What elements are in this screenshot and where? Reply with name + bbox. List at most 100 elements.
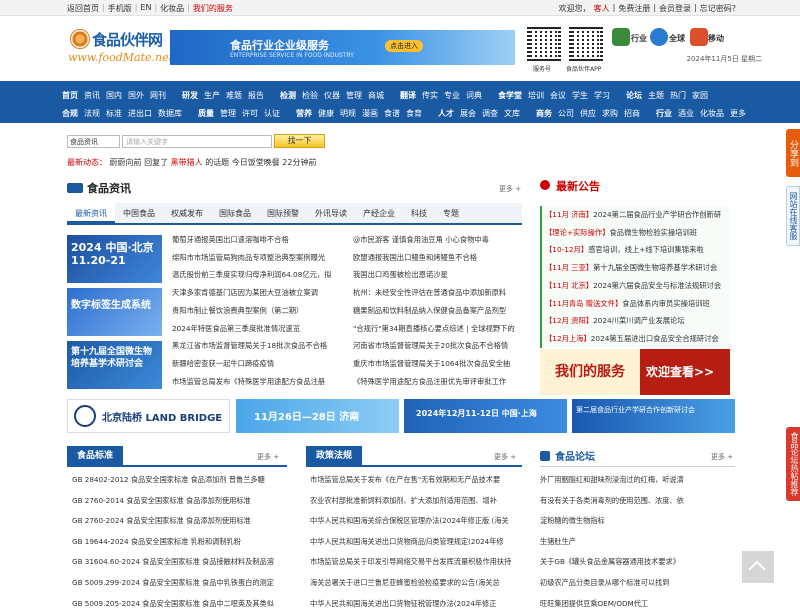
news-link[interactable]: 市场监管总局发布《特殊医学用途配方食品注册 (172, 373, 342, 391)
nav-item[interactable]: 国外 (128, 90, 144, 101)
site-logo[interactable]: 食品伙伴网 www.foodMate.net (68, 27, 173, 65)
news-link[interactable]: "合规行"第34期直播核心要点综述 | 全球视野下的 (353, 320, 523, 338)
nav-item[interactable]: 求购 (602, 108, 618, 119)
nav-item[interactable]: 明规 (340, 108, 356, 119)
innovation-event-ad[interactable]: 第二届食品行业产学研合作创新研讨会 (572, 399, 735, 433)
news-tab[interactable]: 中国食品 (115, 203, 163, 223)
news-tab[interactable]: 外讯导读 (307, 203, 355, 223)
list-item[interactable]: 市场监管总局关于印发引导网络交易平台发挥流量积极作用扶持 (310, 552, 520, 573)
nav-item[interactable]: 化妆品 (700, 108, 724, 119)
notice-item[interactable]: 【12月 资阳】2024川菜川调产业发展论坛 (540, 312, 730, 330)
list-item[interactable]: 旺旺集团提供豆乘OEM/ODM代工 (540, 594, 735, 614)
notice-item[interactable]: 【12月上海】2024第五届进出口食品安全合规研讨会 (540, 329, 730, 348)
home-link[interactable]: 返回首页 (67, 3, 99, 14)
activity-user[interactable]: 蔚蔚向前 (110, 158, 142, 167)
notice-item[interactable]: 【11月 北京】2024第六届食品安全与标准法规研讨会 (540, 276, 730, 295)
law-tab[interactable]: 政策法规 (306, 446, 363, 466)
news-tab[interactable]: 产经企业 (355, 203, 403, 223)
news-tab[interactable]: 国际预警 (259, 203, 307, 223)
english-link[interactable]: EN (140, 3, 151, 14)
shanghai-event-ad[interactable]: 2024年12月11-12日 中国·上海 (404, 399, 567, 433)
landbridge-ad[interactable]: 北京陆桥 LAND BRIDGE (67, 399, 230, 433)
nav-item[interactable]: 营养 (296, 108, 312, 119)
nav-item[interactable]: 质量 (198, 108, 214, 119)
nav-item[interactable]: 首页 (62, 90, 78, 101)
list-item[interactable]: 市场监管总局关于发布《在产在售"无有效期和无产品技术要 (310, 470, 520, 491)
nav-item[interactable]: 报告 (248, 90, 264, 101)
nav-item[interactable]: 检验 (302, 90, 318, 101)
nav-item[interactable]: 仪器 (324, 90, 340, 101)
nav-item[interactable]: 商城 (368, 90, 384, 101)
news-link[interactable]: 我国出口鸡蛋被检出恩诺沙星 (353, 266, 523, 284)
nav-item[interactable]: 学习 (594, 90, 610, 101)
nav-item[interactable]: 翻译 (400, 90, 416, 101)
list-item[interactable]: GB 28402-2012 食品安全国家标准 食品添加剂 普鲁兰多糖 (72, 470, 284, 491)
mobile-icon[interactable] (690, 28, 708, 46)
enter-button[interactable]: 点击进入 (385, 40, 423, 52)
nav-item[interactable]: 热门 (670, 90, 686, 101)
notice-item[interactable]: 【理论+实际操作】食品微生物检验实操培训班 (540, 223, 730, 242)
nav-item[interactable]: 合规 (62, 108, 78, 119)
news-tab[interactable]: 专题 (435, 203, 467, 223)
mobile-link[interactable]: 手机版 (108, 3, 132, 14)
nav-item[interactable]: 论坛 (626, 90, 642, 101)
list-item[interactable]: 中华人民共和国海关进出口货物商品归类管理规定(2024年修 (310, 532, 520, 553)
nav-item[interactable]: 进出口 (128, 108, 152, 119)
nav-item[interactable]: 专业 (444, 90, 460, 101)
news-link[interactable]: 杭州：未经安全性评估在普通食品中添加新原料 (353, 284, 523, 302)
notice-item[interactable]: 【11月 济南】2024第二届食品行业产学研合作创新研 (540, 206, 730, 224)
nav-item[interactable]: 数据库 (158, 108, 182, 119)
nav-item[interactable]: 培训 (528, 90, 544, 101)
news-link[interactable]: 绵阳市市场监管局狗肉品专项整治典型案例曝光 (172, 249, 342, 267)
microbiology-ad[interactable]: 第十九届全国微生物培养基学术研讨会 (67, 341, 162, 389)
news-link[interactable]: 新疆哈密查获一起牛口蹄疫疫情 (172, 355, 342, 373)
forgot-password-link[interactable]: 忘记密码? (700, 3, 736, 14)
nav-item[interactable]: 供应 (580, 108, 596, 119)
forum-hot-posts-button[interactable]: 食品论坛热帖推荐 (786, 427, 800, 501)
share-sidebar-button[interactable]: 分享到 (786, 129, 800, 177)
digital-label-ad[interactable]: 数字标签生成系统 (67, 288, 162, 336)
news-link[interactable]: 糖果制品和饮料制品纳入保健食品备案产品剂型 (353, 302, 523, 320)
nav-item[interactable]: 管理 (220, 108, 236, 119)
nav-item[interactable]: 网刊 (150, 90, 166, 101)
nav-item[interactable]: 生产 (204, 90, 220, 101)
nav-item[interactable]: 研发 (182, 90, 198, 101)
nav-item[interactable]: 标准 (106, 108, 122, 119)
news-link[interactable]: 欧盟通报我国出口鳗鱼和烤鳗鱼不合格 (353, 249, 523, 267)
list-item[interactable]: GB 2760-2014 食品安全国家标准 食品添加剂使用标准 (72, 491, 284, 512)
list-item[interactable]: GB 31604.60-2024 食品安全国家标准 食品接触材料及制品溶 (72, 552, 284, 573)
nav-item[interactable]: 健康 (318, 108, 334, 119)
news-link[interactable]: 贵阳市制止餐饮浪费典型案例（第二期） (172, 302, 342, 320)
nav-item[interactable]: 更多 (730, 108, 746, 119)
nav-item[interactable]: 主题 (648, 90, 664, 101)
news-tab[interactable]: 权威发布 (163, 203, 211, 223)
nav-item[interactable]: 食谱 (384, 108, 400, 119)
nav-item[interactable]: 调查 (482, 108, 498, 119)
nav-item[interactable]: 食育 (406, 108, 422, 119)
jinan-event-ad[interactable]: 11月26日—28日 济南 (236, 399, 399, 433)
list-item[interactable]: 关于GB《罐头食品金属容器通用技术要求》 (540, 552, 735, 573)
list-item[interactable]: 中华人民共和国海关综合保税区管理办法(2024年修正版 (海关 (310, 511, 520, 532)
search-button[interactable]: 找一下 (274, 134, 325, 148)
list-item[interactable]: GB 5009.205-2024 食品安全国家标准 食品中二噁英及其类似 (72, 594, 284, 614)
search-category-select[interactable]: 食品资讯 (67, 134, 120, 148)
nav-item[interactable]: 商务 (536, 108, 552, 119)
nav-item[interactable]: 展会 (460, 108, 476, 119)
nav-item[interactable]: 学生 (572, 90, 588, 101)
industry-icon[interactable] (612, 28, 630, 46)
notice-item[interactable]: 【10-12月】感官培训，线上+线下培训集锦来啦 (540, 241, 730, 260)
nav-item[interactable]: 检测 (280, 90, 296, 101)
nav-item[interactable]: 难题 (226, 90, 242, 101)
nav-item[interactable]: 许可 (242, 108, 258, 119)
list-item[interactable]: GB 19644-2024 食品安全国家标准 乳粉和调制乳粉 (72, 532, 284, 553)
service-link[interactable]: 我们的服务 (193, 3, 233, 14)
online-service-button[interactable]: 网站在线客服 (786, 186, 800, 246)
activity-topic[interactable]: 今日饭堂晚餐 (232, 158, 280, 167)
search-input[interactable]: 请输入关键字 (122, 134, 272, 148)
list-item[interactable]: 海关总署关于进口兰鲁尼亚蜂蜜检验检疫要求的公告(海关总 (310, 573, 520, 594)
list-item[interactable]: 初级农产品分类目录从哪个标准可以找到 (540, 573, 735, 594)
nav-item[interactable]: 会议 (550, 90, 566, 101)
list-item[interactable]: 淀粉糖的微生物指标 (540, 511, 735, 532)
news-link[interactable]: 河南省市场监督管理局关于20批次食品不合格情 (353, 337, 523, 355)
news-link[interactable]: 葡萄牙通报英国出口速溶咖啡不合格 (172, 231, 342, 249)
